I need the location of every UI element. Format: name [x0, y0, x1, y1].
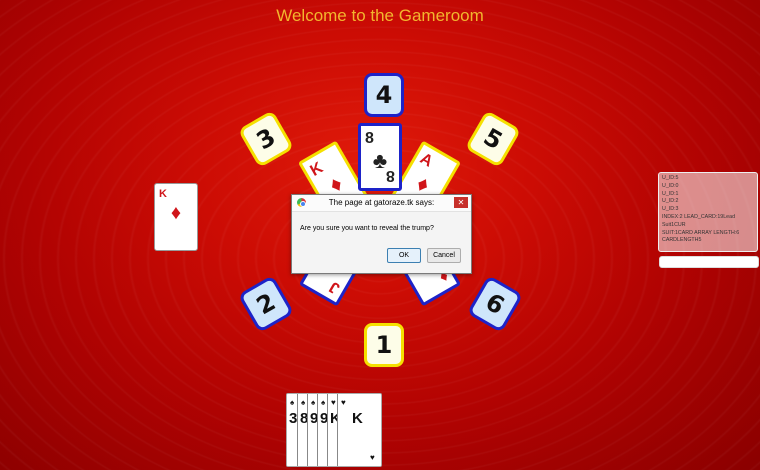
card-rank-bottom: 8	[386, 167, 395, 184]
cancel-button[interactable]: Cancel	[427, 248, 461, 263]
card-rank: K	[352, 410, 363, 427]
dialog-message: Are you sure you want to reveal the trum…	[300, 225, 434, 232]
log-line: INDEX:2 LEAD_CARD:19Lead Suit1CUR	[662, 213, 736, 228]
seat-number: 3	[251, 122, 281, 156]
game-log: U_ID:5 U_ID:0 U_ID:1 U_ID:2 U_ID:3 INDEX…	[658, 172, 758, 252]
page-title: Welcome to the Gameroom	[276, 6, 484, 25]
seat-number: 5	[478, 122, 508, 156]
log-line: U_ID:2	[662, 198, 679, 205]
seat-4[interactable]: 4	[364, 73, 404, 117]
seat-2[interactable]: 2	[237, 274, 295, 334]
seat-3[interactable]: 3	[237, 109, 295, 169]
dialog-title: The page at gatoraze.tk says:	[328, 198, 435, 207]
chat-input[interactable]	[659, 256, 759, 268]
dialog-title-bar: The page at gatoraze.tk says: ✕	[292, 195, 471, 212]
close-icon[interactable]: ✕	[454, 197, 468, 208]
heart-icon: ♥	[331, 398, 336, 407]
spade-icon: ♠	[311, 398, 316, 407]
log-line: U_ID:5	[662, 175, 679, 181]
log-line: U_ID:1	[662, 190, 679, 197]
spade-icon: ♠	[301, 398, 306, 407]
spade-icon: ♠	[290, 398, 295, 407]
log-line: SUIT:1CARD ARRAY LENGTH:6	[662, 229, 740, 236]
seat-1[interactable]: 1	[364, 323, 404, 367]
heart-icon: ♥	[341, 398, 346, 407]
seat-number: 1	[375, 331, 393, 359]
hand-card[interactable]: ♥ K ♥	[337, 394, 381, 466]
seat-5[interactable]: 5	[464, 109, 522, 169]
diamond-icon: ♦	[170, 202, 182, 224]
log-line: U_ID:3	[662, 206, 679, 213]
card-rank: 8	[365, 130, 374, 147]
ok-button[interactable]: OK	[387, 248, 421, 263]
log-line: U_ID:0	[662, 182, 679, 189]
seat-number: 4	[375, 81, 393, 109]
chrome-icon	[297, 198, 306, 207]
player-hand: ♠ 3 ♠ 8 ♠ 9 ♠ 9 ♥ K ♥ K ♥	[286, 393, 382, 467]
confirm-dialog: The page at gatoraze.tk says: ✕ Are you …	[291, 194, 472, 274]
trick-card-seat-4: 8 ♣ 8	[358, 123, 402, 191]
spade-icon: ♠	[321, 398, 326, 407]
trump-card: K ♦	[154, 183, 198, 251]
seat-number: 6	[480, 287, 510, 321]
seat-number: 2	[251, 287, 281, 321]
card-rank: K	[159, 188, 167, 200]
log-line: CARDLENGTH5	[662, 237, 702, 244]
heart-icon: ♥	[370, 453, 375, 462]
seat-6[interactable]: 6	[466, 274, 524, 334]
card-rank: J	[326, 277, 343, 297]
